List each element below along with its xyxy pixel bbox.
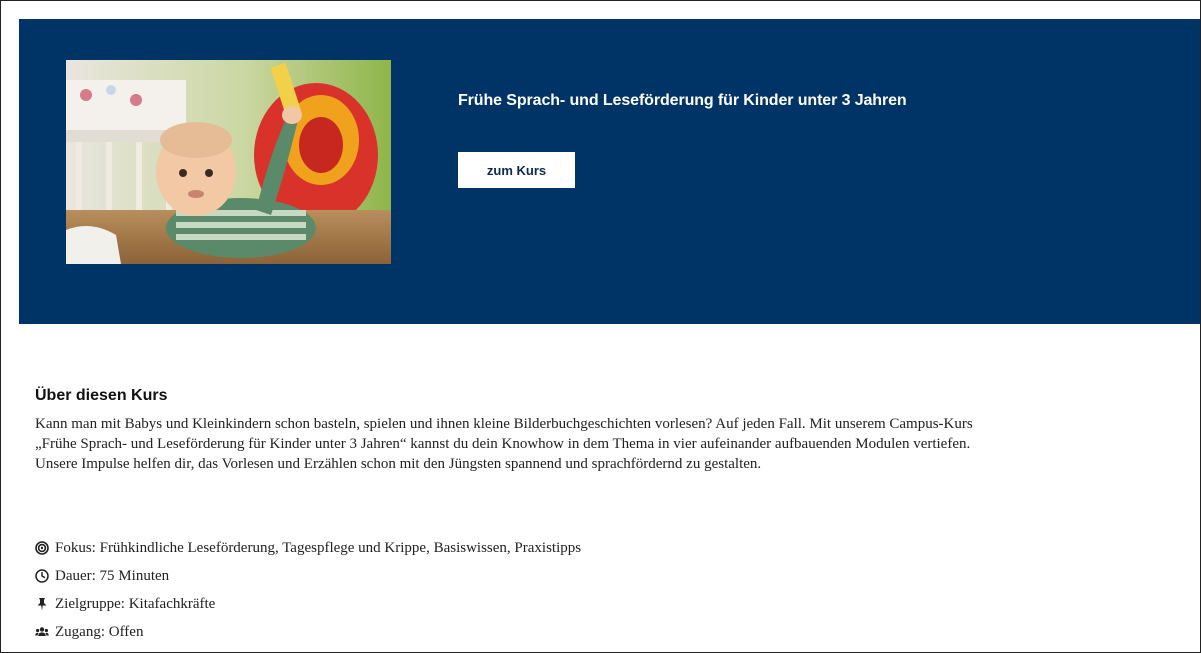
fact-focus-text: Fokus: Frühkindliche Leseförderung, Tage… bbox=[55, 539, 582, 556]
about-heading: Über diesen Kurs bbox=[35, 387, 168, 404]
fact-duration-text: Dauer: 75 Minuten bbox=[55, 567, 170, 584]
baby-photo bbox=[66, 60, 391, 264]
fact-access: Zugang: Offen bbox=[35, 618, 581, 646]
fact-focus: Fokus: Frühkindliche Leseförderung, Tage… bbox=[35, 534, 581, 562]
description-line: „Frühe Sprach- und Leseförderung für Kin… bbox=[35, 436, 971, 452]
fact-access-text: Zugang: Offen bbox=[55, 623, 144, 640]
to-course-button[interactable]: zum Kurs bbox=[458, 152, 575, 188]
fact-target-group: Zielgruppe: Kitafachkräfte bbox=[35, 590, 581, 618]
description-line: Unsere Impulse helfen dir, das Vorlesen … bbox=[35, 456, 762, 472]
description-line: Kann man mit Babys und Kleinkindern scho… bbox=[35, 416, 973, 432]
bullseye-icon bbox=[35, 541, 49, 555]
course-page: Frühe Sprach- und Leseförderung für Kind… bbox=[0, 0, 1201, 653]
course-description: Kann man mit Babys und Kleinkindern scho… bbox=[35, 414, 1185, 474]
fact-duration: Dauer: 75 Minuten bbox=[35, 562, 581, 590]
users-icon bbox=[35, 625, 49, 639]
fact-target-group-text: Zielgruppe: Kitafachkräfte bbox=[55, 595, 216, 612]
course-facts-list: Fokus: Frühkindliche Leseförderung, Tage… bbox=[35, 534, 581, 646]
course-title: Frühe Sprach- und Leseförderung für Kind… bbox=[458, 92, 907, 109]
course-hero-banner: Frühe Sprach- und Leseförderung für Kind… bbox=[19, 19, 1200, 324]
pin-icon bbox=[35, 597, 49, 611]
course-image bbox=[66, 60, 391, 264]
clock-icon bbox=[35, 569, 49, 583]
